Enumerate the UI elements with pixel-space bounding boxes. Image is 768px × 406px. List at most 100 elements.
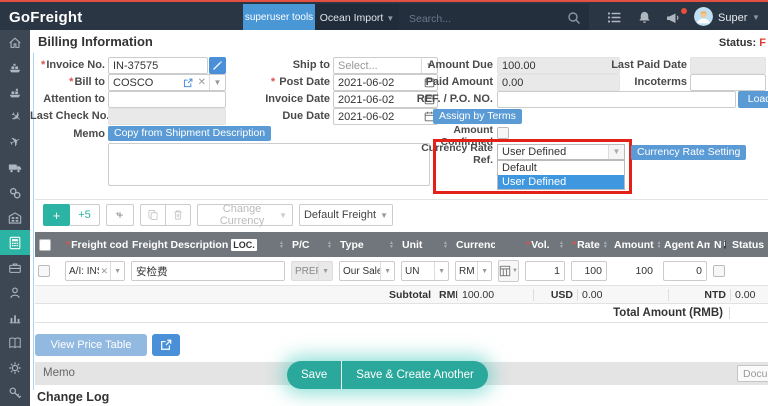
memo-textarea[interactable] (108, 143, 430, 186)
freight-code-combobox[interactable]: A/I: INS...✕▼ (65, 261, 125, 281)
queue-list-icon[interactable] (607, 10, 622, 25)
invoice-no-input[interactable] (108, 57, 208, 74)
unit-select[interactable]: UN▼ (401, 261, 449, 281)
amount-confirmed-checkbox[interactable] (497, 127, 509, 139)
add-five-rows-button[interactable]: +5 (70, 204, 100, 226)
save-and-create-another-button[interactable]: Save & Create Another (342, 361, 488, 389)
sidebar-item-links[interactable] (0, 180, 30, 205)
sidebar-item-keys[interactable] (0, 380, 30, 405)
header-freight-description[interactable]: Freight DescriptionLOC.▲▼ (128, 239, 288, 251)
search-icon[interactable] (567, 11, 581, 25)
sidebar-item-home[interactable] (0, 30, 30, 55)
module-selector[interactable]: Ocean Import▼ (315, 4, 399, 32)
notifications-bell-icon[interactable] (637, 10, 652, 25)
option-user-defined[interactable]: User Defined (498, 175, 624, 189)
sort-icon[interactable]: ▲▼ (324, 241, 332, 249)
sort-icon[interactable]: ▲▼ (440, 241, 448, 249)
agent-amount-input[interactable] (663, 261, 707, 281)
currency-rate-ref-select[interactable]: User Defined ▼ (497, 144, 625, 160)
ref-po-no-input[interactable] (497, 91, 736, 108)
left-sidebar: ✈ ✈ (0, 30, 30, 406)
open-price-table-button[interactable] (152, 334, 180, 356)
delete-row-button[interactable] (165, 204, 191, 226)
attention-to-input[interactable] (108, 91, 226, 108)
view-price-table-button[interactable]: View Price Table (35, 334, 147, 356)
sidebar-item-trucking[interactable] (0, 155, 30, 180)
total-row: Total Amount (RMB) (35, 304, 768, 323)
rate-calculator-button[interactable]: ▼ (498, 260, 519, 282)
sort-icon[interactable]: ▲▼ (276, 241, 284, 249)
loc-toggle[interactable]: LOC. (231, 239, 257, 251)
clear-icon[interactable]: ✕ (99, 266, 111, 277)
select-all-checkbox[interactable] (39, 239, 51, 251)
sidebar-item-air-import[interactable]: ✈ (0, 105, 30, 130)
header-freight-code[interactable]: *Freight code▲▼ (62, 239, 128, 251)
sidebar-item-reports[interactable] (0, 305, 30, 330)
vol-input[interactable] (525, 261, 565, 281)
header-currency[interactable]: Currency (452, 239, 495, 251)
grid-calculator-icon (499, 265, 511, 277)
sidebar-item-accounting[interactable] (0, 230, 30, 255)
header-unit[interactable]: Unit▲▼ (398, 239, 452, 251)
header-pc[interactable]: P/C▲▼ (288, 239, 336, 251)
default-freight-dropdown[interactable]: Default Freight▼ (299, 204, 393, 226)
sort-icon[interactable]: ▲▼ (600, 241, 608, 249)
sidebar-item-briefcase[interactable] (0, 255, 30, 280)
top-navbar: GoFreight superuser tools Ocean Import▼ … (0, 2, 768, 30)
generate-invoice-button[interactable] (209, 57, 226, 74)
save-button[interactable]: Save (287, 361, 341, 389)
currency-select[interactable]: RM▼ (455, 261, 492, 281)
sidebar-item-ledger[interactable] (0, 330, 30, 355)
copy-icon (147, 209, 159, 221)
header-amount[interactable]: Amount▲▼ (610, 239, 660, 251)
option-default[interactable]: Default (498, 161, 624, 175)
chevron-down-icon[interactable]: ▼ (477, 262, 491, 280)
sidebar-item-ocean-import[interactable] (0, 55, 30, 80)
add-multiple-button[interactable]: ++ (106, 204, 134, 226)
person-icon (8, 286, 22, 300)
header-vol[interactable]: *Vol.▲▼ (522, 239, 568, 251)
copy-row-button[interactable] (140, 204, 166, 226)
change-currency-button[interactable]: Change Currency▼ (197, 204, 293, 226)
freight-description-input[interactable] (131, 261, 285, 281)
currency-rate-setting-button[interactable]: Currency Rate Setting (631, 145, 746, 160)
copy-from-shipment-button[interactable]: Copy from Shipment Description (108, 126, 271, 141)
sidebar-item-settings[interactable] (0, 355, 30, 380)
incoterms-input[interactable] (690, 74, 766, 91)
add-row-button[interactable]: + (43, 204, 70, 226)
sidebar-item-customers[interactable] (0, 280, 30, 305)
n-checkbox[interactable] (713, 265, 725, 277)
clear-icon[interactable]: ✕ (195, 77, 209, 88)
header-type[interactable]: Type▲▼ (336, 239, 398, 251)
sidebar-item-ocean-export[interactable] (0, 80, 30, 105)
assign-by-terms-button[interactable]: Assign by Terms (433, 109, 522, 124)
bill-to-combobox[interactable]: COSCO ✕ ▼ (108, 74, 226, 91)
info-icon[interactable]: i (724, 240, 726, 249)
user-menu[interactable]: Super (718, 4, 747, 32)
rate-input[interactable] (571, 261, 607, 281)
chevron-down-icon[interactable]: ▼ (752, 4, 760, 32)
chevron-down-icon[interactable]: ▼ (380, 262, 394, 280)
header-agent-amount[interactable]: Agent Amount▲▼ (660, 239, 710, 251)
superuser-tools-button[interactable]: superuser tools (243, 4, 315, 32)
user-avatar[interactable] (694, 7, 713, 26)
announcements-megaphone-icon[interactable] (665, 10, 681, 26)
due-date-input[interactable]: 2021-06-02 (333, 108, 438, 125)
chevron-down-icon[interactable]: ▼ (209, 75, 225, 90)
change-log-title: Change Log (37, 390, 109, 404)
key-icon (8, 386, 22, 400)
type-select[interactable]: Our Sales▼ (339, 261, 395, 281)
chevron-down-icon[interactable]: ▼ (110, 262, 124, 280)
row-checkbox[interactable] (38, 265, 50, 277)
sort-icon[interactable]: ▲▼ (556, 241, 564, 249)
subtotal-ntd-label: NTD (668, 289, 730, 301)
sort-icon[interactable]: ▲▼ (386, 241, 394, 249)
chevron-down-icon[interactable]: ▼ (434, 262, 448, 280)
header-rate[interactable]: *Rate▲▼ (568, 239, 610, 251)
open-partner-link-icon[interactable] (181, 78, 195, 88)
chevron-down-icon: ▼ (386, 14, 394, 23)
sidebar-item-warehouse[interactable] (0, 205, 30, 230)
load-from-button[interactable]: Load fro (738, 91, 768, 108)
sidebar-item-air-export[interactable]: ✈ (0, 130, 30, 155)
document-button[interactable]: Documen (737, 365, 768, 382)
